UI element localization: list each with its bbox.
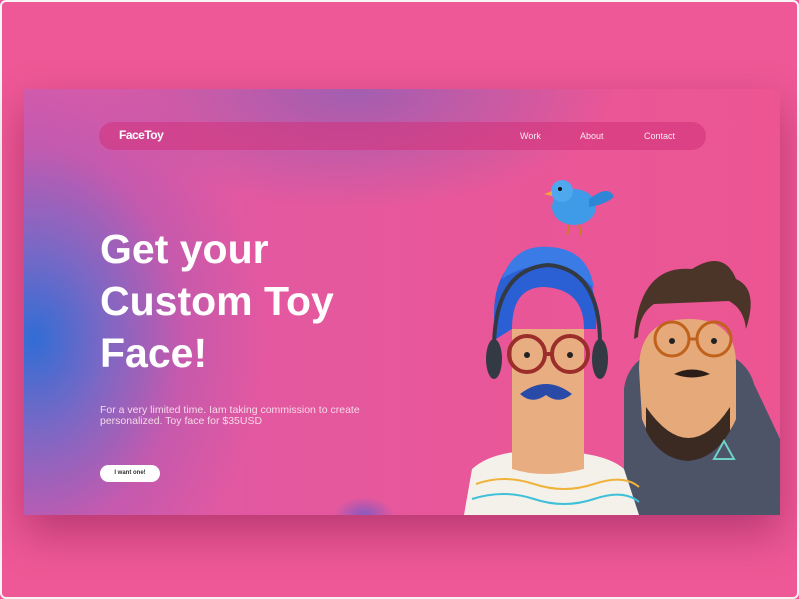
blue-hair-character: [464, 246, 640, 515]
navbar: FaceToy Work About Contact: [99, 122, 706, 150]
want-one-button[interactable]: I want one!: [100, 465, 160, 482]
hero-headline: Get your Custom Toy Face!: [100, 223, 460, 379]
blue-bird: [544, 180, 614, 236]
site-logo[interactable]: FaceToy: [119, 128, 164, 142]
hero-headline-line-3: Face!: [100, 330, 208, 376]
hero-headline-line-2: Custom Toy: [100, 278, 334, 324]
nav-link-work[interactable]: Work: [520, 131, 541, 141]
toy-characters-illustration: [464, 180, 780, 515]
hero-headline-line-1: Get your: [100, 226, 269, 272]
hero-subtext: For a very limited time. Iam taking comm…: [100, 404, 360, 427]
landing-page-card: FaceToy Work About Contact Get your Cust…: [24, 89, 780, 515]
nav-link-about[interactable]: About: [580, 131, 604, 141]
bearded-character: [624, 261, 780, 515]
nav-link-contact[interactable]: Contact: [644, 131, 675, 141]
